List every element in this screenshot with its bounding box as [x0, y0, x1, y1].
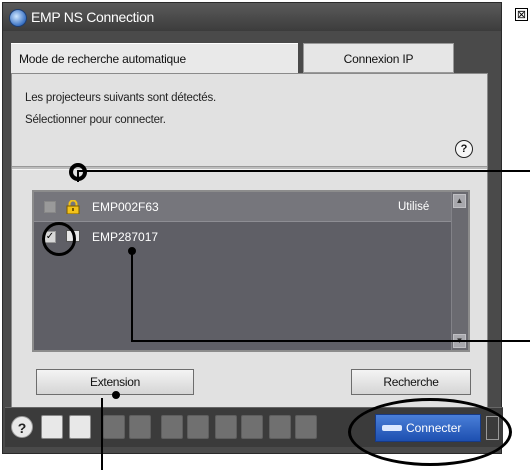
callout-line [77, 170, 530, 172]
toolbar-help-icon[interactable]: ? [11, 416, 33, 438]
monitor-icon [103, 415, 125, 439]
window-title: EMP NS Connection [31, 9, 155, 25]
projector-name: EMP002F63 [92, 200, 159, 214]
tab-auto-search[interactable]: Mode de recherche automatique [11, 43, 298, 73]
projector-checkbox [44, 201, 56, 213]
extension-callout-dot [112, 391, 120, 399]
callout-line [101, 398, 103, 470]
description-line-1: Les projecteurs suivants sont détectés. [25, 92, 217, 104]
emp-ns-connection-window: EMP NS Connection Mode de recherche auto… [2, 2, 503, 454]
list-scrollbar[interactable]: ▲ ▼ [451, 192, 468, 350]
checkbox-callout-ring [42, 222, 76, 256]
pointer-icon [241, 415, 263, 439]
callout-line [131, 340, 530, 342]
scroll-up-icon[interactable]: ▲ [453, 194, 466, 208]
connect-callout-ring [348, 398, 512, 466]
list-item[interactable]: ✓ EMP287017 [34, 222, 454, 252]
document-icon [129, 415, 151, 439]
list-item[interactable]: EMP002F63 Utilisé [34, 192, 454, 222]
description-line-2: Sélectionner pour connecter. [25, 114, 166, 126]
source-icon [295, 415, 317, 439]
no-video-icon [187, 415, 209, 439]
tab-ip-connection[interactable]: Connexion IP [303, 43, 454, 73]
projector-status: Utilisé [398, 201, 430, 213]
tape-icon [269, 415, 291, 439]
unlock-icon[interactable] [41, 415, 63, 439]
search-button[interactable]: Recherche [351, 369, 471, 395]
projector-list: EMP002F63 Utilisé ✓ EMP287017 ▲ ▼ [32, 190, 470, 352]
zoom-icon [215, 415, 237, 439]
lock-icon [66, 200, 80, 214]
title-bar[interactable]: EMP NS Connection [3, 3, 501, 31]
pause-icon [161, 415, 183, 439]
projector-name: EMP287017 [92, 230, 159, 244]
callout-line [131, 252, 133, 340]
help-icon[interactable]: ? [455, 140, 473, 158]
app-icon [9, 9, 27, 27]
display-icon[interactable] [69, 415, 91, 439]
close-icon[interactable]: ⊠ [515, 8, 528, 21]
